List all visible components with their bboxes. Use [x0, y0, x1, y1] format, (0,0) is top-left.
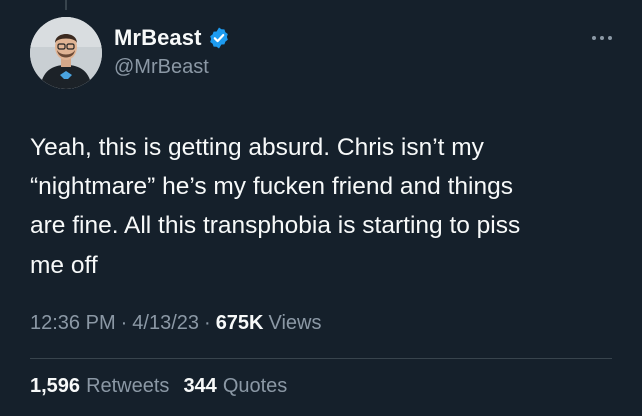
tweet-time[interactable]: 12:36 PM — [30, 312, 116, 335]
avatar-image — [30, 17, 102, 89]
quotes-count: 344 — [183, 375, 217, 397]
meta-separator: · — [204, 312, 211, 334]
views-label: Views — [268, 312, 322, 334]
tweet-text: Yeah, this is getting absurd. Chris isn’… — [30, 134, 521, 279]
retweets-stat-link[interactable]: 1,596 Retweets — [30, 375, 169, 398]
verified-badge-icon — [207, 26, 231, 50]
author-name-row[interactable]: MrBeast — [114, 24, 231, 52]
meta-separator: · — [120, 312, 128, 334]
avatar[interactable] — [30, 17, 102, 89]
views-count: 675K — [215, 312, 264, 334]
tweet-date[interactable]: 4/13/23 — [132, 312, 199, 335]
author-handle[interactable]: @MrBeast — [114, 56, 209, 79]
thread-connector-line — [65, 0, 67, 10]
retweets-label: Retweets — [86, 375, 170, 397]
engagement-stats-row: 1,596 Retweets 344 Quotes — [30, 375, 287, 398]
author-display-name[interactable]: MrBeast — [114, 25, 202, 51]
tweet-meta-row: 12:36 PM · 4/13/23 · 675K Views — [30, 312, 322, 335]
more-horizontal-icon — [592, 36, 612, 40]
quotes-label: Quotes — [222, 375, 288, 397]
divider — [30, 358, 612, 359]
retweets-count: 1,596 — [30, 375, 81, 397]
more-options-button[interactable] — [586, 26, 618, 50]
quotes-stat-link[interactable]: 344 Quotes — [183, 375, 287, 398]
